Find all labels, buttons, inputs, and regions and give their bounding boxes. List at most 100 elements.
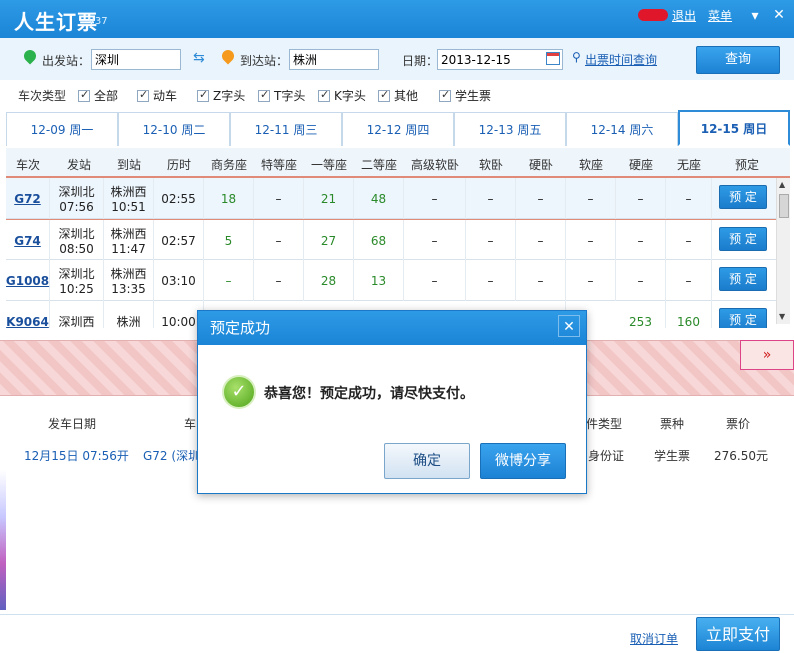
seat-soft-sleep: – [466,178,516,219]
col-hsoft: 高级软卧 [410,158,459,172]
schedule-link[interactable]: 出票时间查询 [585,51,657,68]
weibo-share-button[interactable]: 微博分享 [480,443,566,479]
seat-special: – [254,260,304,301]
col-train: 车次 [15,158,40,172]
col-hard-seat: 硬座 [628,158,653,172]
col-to: 到站 [116,158,141,172]
seat-hard-sleep: – [516,220,566,261]
checkbox-icon[interactable] [258,88,270,102]
seat-business: 5 [204,220,254,261]
to-station: 株洲西 [110,227,147,241]
table-scrollbar[interactable]: ▲ ▼ [776,178,790,324]
to-label: 到达站： [240,54,289,68]
checkbox-icon[interactable] [439,88,451,102]
from-station: 深圳西 [58,315,95,328]
pay-now-button[interactable]: 立即支付 [696,617,780,651]
seat-business: – [204,260,254,301]
col-no-seat: 无座 [676,158,701,172]
checkbox-icon[interactable] [378,88,390,102]
tab-date[interactable]: 12-09 周一 [6,112,118,146]
filter-k[interactable]: K字头 [318,87,366,104]
book-button[interactable]: 预 定 [719,267,767,291]
tab-date[interactable]: 12-14 周六 [566,112,678,146]
table-row[interactable]: G1008 深圳北 10:25 株洲西 13:35 03:10 – – 28 13 … [6,260,776,301]
calendar-icon[interactable] [546,52,560,65]
to-station-input[interactable] [289,49,379,70]
book-button[interactable]: 预 定 [719,308,767,328]
col-second: 二等座 [360,158,397,172]
to-station: 株洲 [116,315,141,328]
tab-date[interactable]: 12-13 周五 [454,112,566,146]
collapse-chevron-icon[interactable]: » [740,340,794,370]
train-type-filter: 车次类型 全部 动车 Z字头 T字头 K字头 其他 学生票 [0,80,794,108]
scroll-thumb[interactable] [779,194,789,218]
col-duration: 历时 [166,158,191,172]
from-label: 出发站： [42,54,91,68]
checkbox-icon[interactable] [137,88,149,102]
dialog-close-icon[interactable]: ✕ [558,315,580,337]
tab-date[interactable]: 12-11 周三 [230,112,342,146]
from-station: 深圳北 [58,227,95,241]
seat-second: 48 [354,178,404,219]
col-business: 商务座 [210,158,247,172]
tab-date-active[interactable]: 12-15 周日 [678,110,790,146]
train-table-header: 车次 发站 到站 历时 商务座 特等座 一等座 二等座 高级软卧 软卧 硬卧 软… [6,148,790,178]
order-id-type: 身份证 [588,449,625,463]
from-station-input[interactable] [91,49,181,70]
query-button[interactable]: 查询 [696,46,780,74]
logout-link[interactable]: 退出 [672,7,696,24]
seat-business: 18 [204,178,254,219]
duration: 02:55 [154,178,204,219]
filter-student[interactable]: 学生票 [439,87,491,104]
scroll-up-icon[interactable]: ▲ [779,180,785,189]
seat-no-seat: 160 [666,301,712,328]
checkbox-icon[interactable] [197,88,209,102]
order-ticket-type: 学生票 [654,449,691,463]
table-row[interactable]: G74 深圳北 08:50 株洲西 11:47 02:57 5 – 27 68 – … [6,219,776,261]
col-first: 一等座 [310,158,347,172]
train-number-link[interactable]: G72 [14,192,41,206]
seat-special: – [254,178,304,219]
dialog-title: 预定成功 [198,311,586,345]
filter-z[interactable]: Z字头 [197,87,245,104]
menu-link[interactable]: 菜单 [708,7,732,24]
filter-emu[interactable]: 动车 [137,87,177,104]
train-number-link[interactable]: K9064 [6,315,49,329]
train-number-link[interactable]: G74 [14,234,41,248]
seat-first: 27 [304,220,354,261]
from-time: 10:25 [59,282,94,296]
checkbox-icon[interactable] [318,88,330,102]
col-book: 预定 [734,158,759,172]
table-row[interactable]: G72 深圳北 07:56 株洲西 10:51 02:55 18 – 21 48 –… [6,178,776,219]
to-station: 株洲西 [110,267,147,281]
seat-hard-seat: – [616,178,666,219]
to-time: 10:51 [111,200,146,214]
swap-icon[interactable]: ⇆ [193,50,205,66]
title-bar: 人生订票 V37 退出 菜单 ▾ ✕ [0,0,794,38]
tab-date[interactable]: 12-12 周四 [342,112,454,146]
confirm-button[interactable]: 确定 [384,443,470,479]
order-price: 276.50元 [714,449,768,463]
book-button[interactable]: 预 定 [719,185,767,209]
cancel-order-link[interactable]: 取消订单 [630,630,678,647]
to-time: 13:35 [111,282,146,296]
tab-date[interactable]: 12-10 周二 [118,112,230,146]
filter-t[interactable]: T字头 [258,87,305,104]
seat-soft-seat: – [566,220,616,261]
date-label: 日期： [402,54,439,68]
search-bar: 出发站： ⇆ 到达站： 日期： ⚲ 出票时间查询 查询 [0,38,794,80]
train-number-link[interactable]: G1008 [6,274,49,288]
seat-no-seat: – [666,178,712,219]
minimize-icon[interactable]: ▾ [746,6,764,24]
checkbox-icon[interactable] [78,88,90,102]
book-button[interactable]: 预 定 [719,227,767,251]
app-title: 人生订票 [14,10,98,34]
close-icon[interactable]: ✕ [770,6,788,24]
duration: 03:10 [154,260,204,301]
seat-first: 21 [304,178,354,219]
filter-other[interactable]: 其他 [378,87,418,104]
seat-hard-sleep: – [516,178,566,219]
scroll-down-icon[interactable]: ▼ [779,312,785,321]
filter-all[interactable]: 全部 [78,87,118,104]
date-input[interactable] [437,49,563,70]
